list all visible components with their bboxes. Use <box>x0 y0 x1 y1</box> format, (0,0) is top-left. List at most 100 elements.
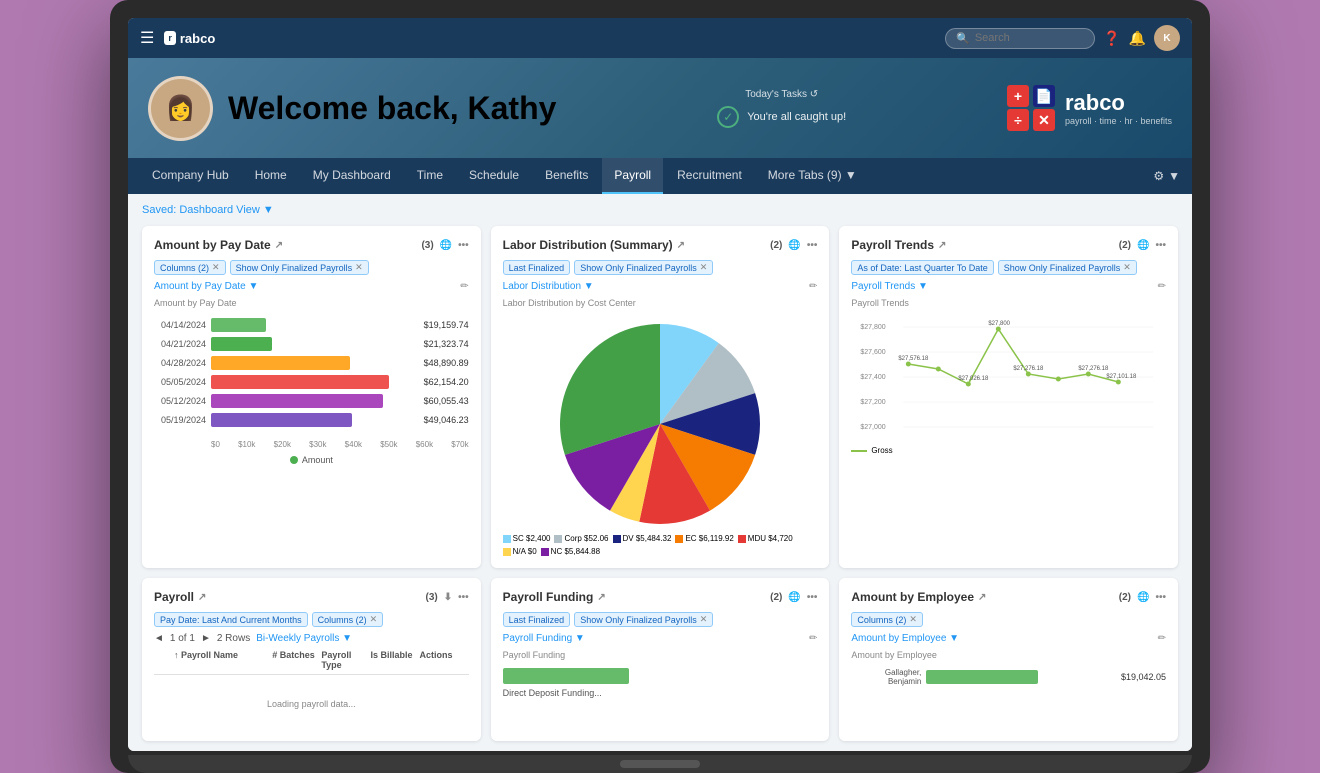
download-icon[interactable]: ⬇ <box>444 592 452 603</box>
more-icon[interactable]: ••• <box>458 592 469 603</box>
svg-text:$27,800: $27,800 <box>861 324 886 331</box>
notification-icon[interactable]: 🔔 <box>1129 30 1146 47</box>
gear-icon: ⚙ <box>1153 169 1164 183</box>
line-chart-legend: Gross <box>851 446 1166 455</box>
bar-value: $49,046.23 <box>424 415 469 425</box>
more-icon[interactable]: ••• <box>458 240 469 251</box>
pagination-next[interactable]: ► <box>201 633 211 644</box>
widget-title-text: Amount by Employee ↗ <box>851 590 986 604</box>
th-batches: # Batches <box>272 650 321 670</box>
filter-tag-1[interactable]: Pay Date: Last And Current Months <box>154 612 308 627</box>
legend-item: N/A $0 <box>503 547 537 556</box>
filter-tag-2[interactable]: Show Only Finalized Payrolls ✕ <box>998 260 1137 275</box>
widget-title-text: Amount by Pay Date ↗ <box>154 238 283 252</box>
greeting-heading: Welcome back, Kathy <box>228 90 556 127</box>
dashboard: Saved: Dashboard View ▼ Amount by Pay Da… <box>128 194 1192 751</box>
filter-tag-2[interactable]: Columns (2) ✕ <box>312 612 384 627</box>
edit-icon[interactable]: ✏ <box>1158 281 1166 292</box>
filter-tags: Pay Date: Last And Current Months Column… <box>154 612 469 627</box>
widget-actions: (3) 🌐 ••• <box>421 240 468 251</box>
hamburger-menu[interactable]: ☰ <box>140 28 154 48</box>
chart-subtitle: Payroll Trends <box>851 298 1166 308</box>
th-payroll-name: ↑ Payroll Name <box>174 650 272 670</box>
saved-view[interactable]: Dashboard View ▼ <box>179 204 273 216</box>
widget-title-label: Amount by Pay Date <box>154 238 271 252</box>
tab-time[interactable]: Time <box>405 158 455 194</box>
tab-home[interactable]: Home <box>243 158 299 194</box>
filter-tag-2[interactable]: Show Only Finalized Payrolls ✕ <box>574 612 713 627</box>
edit-icon[interactable]: ✏ <box>809 633 817 644</box>
user-avatar[interactable]: K <box>1154 25 1180 51</box>
filter-tag-1[interactable]: Last Finalized <box>503 260 571 275</box>
edit-icon[interactable]: ✏ <box>1158 633 1166 644</box>
tab-recruitment[interactable]: Recruitment <box>665 158 754 194</box>
legend-item: EC $6,119.92 <box>675 534 733 543</box>
sort-link[interactable]: Amount by Employee ▼ <box>851 633 959 644</box>
more-icon[interactable]: ••• <box>1155 240 1166 251</box>
filter-link[interactable]: Bi-Weekly Payrolls ▼ <box>256 633 352 644</box>
globe-icon[interactable]: 🌐 <box>1137 240 1149 251</box>
widget-title-text: Payroll Funding ↗ <box>503 590 606 604</box>
expand-icon[interactable]: ↗ <box>677 240 685 251</box>
tab-company-hub[interactable]: Company Hub <box>140 158 241 194</box>
legend-label: Amount <box>302 455 333 465</box>
filter-tag-1[interactable]: Columns (2) ✕ <box>851 612 923 627</box>
search-box[interactable]: 🔍 <box>945 28 1095 49</box>
globe-icon[interactable]: 🌐 <box>440 240 452 251</box>
widget-controls: Payroll Trends ▼ ✏ <box>851 281 1166 292</box>
tab-my-dashboard[interactable]: My Dashboard <box>301 158 403 194</box>
search-input[interactable] <box>975 32 1085 44</box>
globe-icon[interactable]: 🌐 <box>1137 592 1149 603</box>
expand-icon[interactable]: ↗ <box>275 240 283 251</box>
sort-link[interactable]: Payroll Funding ▼ <box>503 633 585 644</box>
expand-icon[interactable]: ↗ <box>978 592 986 603</box>
more-icon[interactable]: ••• <box>807 592 818 603</box>
more-icon[interactable]: ••• <box>807 240 818 251</box>
globe-icon[interactable]: 🌐 <box>788 592 800 603</box>
widget-title-row: Payroll ↗ (3) ⬇ ••• <box>154 590 469 604</box>
filter-tag-1[interactable]: Last Finalized <box>503 612 571 627</box>
filter-tag-2[interactable]: Show Only Finalized Payrolls ✕ <box>574 260 713 275</box>
navigation-tabs: Company Hub Home My Dashboard Time Sched… <box>128 158 1192 194</box>
bar-date: 04/28/2024 <box>154 358 206 368</box>
edit-icon[interactable]: ✏ <box>460 281 468 292</box>
widget-actions: (2) 🌐 ••• <box>1119 592 1166 603</box>
filter-count: (2) <box>770 240 782 251</box>
legend-label: Gross <box>871 446 892 455</box>
legend-item: Corp $52.06 <box>554 534 608 543</box>
pagination-prev[interactable]: ◄ <box>154 633 164 644</box>
bar-fill <box>211 394 383 408</box>
tab-more-tabs[interactable]: More Tabs (9) ▼ <box>756 158 869 194</box>
expand-icon[interactable]: ↗ <box>597 592 605 603</box>
tab-payroll[interactable]: Payroll <box>602 158 663 194</box>
filter-tag-1[interactable]: Columns (2) ✕ <box>154 260 226 275</box>
tab-label: Payroll <box>614 168 651 182</box>
edit-icon[interactable]: ✏ <box>809 281 817 292</box>
widget-labor-distribution: Labor Distribution (Summary) ↗ (2) 🌐 •••… <box>491 226 830 568</box>
bar-date: 04/14/2024 <box>154 320 206 330</box>
filter-tag-1[interactable]: As of Date: Last Quarter To Date <box>851 260 993 275</box>
funding-bar <box>503 668 629 684</box>
settings-menu[interactable]: ⚙ ▼ <box>1153 169 1180 183</box>
expand-icon[interactable]: ↗ <box>938 240 946 251</box>
bar-container <box>926 670 1113 684</box>
help-icon[interactable]: ❓ <box>1103 30 1120 47</box>
expand-icon[interactable]: ↗ <box>198 592 206 603</box>
filter-count: (3) <box>421 240 433 251</box>
widget-actions: (2) 🌐 ••• <box>770 240 817 251</box>
sort-link[interactable]: Labor Distribution ▼ <box>503 281 594 292</box>
sort-link[interactable]: Amount by Pay Date ▼ <box>154 281 258 292</box>
welcome-left: 👩 Welcome back, Kathy <box>148 76 556 141</box>
x-label: $20k <box>274 440 291 449</box>
globe-icon[interactable]: 🌐 <box>788 240 800 251</box>
tab-schedule[interactable]: Schedule <box>457 158 531 194</box>
brand-icons: + 📄 ÷ ✕ <box>1007 85 1057 131</box>
more-icon[interactable]: ••• <box>1155 592 1166 603</box>
filter-tag-2[interactable]: Show Only Finalized Payrolls ✕ <box>230 260 369 275</box>
tab-benefits[interactable]: Benefits <box>533 158 600 194</box>
bar-row-5: 05/12/2024 $60,055.43 <box>154 394 469 408</box>
sort-link[interactable]: Payroll Trends ▼ <box>851 281 928 292</box>
tab-label: Time <box>417 168 443 182</box>
widget-payroll-table: Payroll ↗ (3) ⬇ ••• Pay Date: Last And C… <box>142 578 481 741</box>
table-controls: ◄ 1 of 1 ► 2 Rows Bi-Weekly Payrolls ▼ <box>154 633 469 644</box>
